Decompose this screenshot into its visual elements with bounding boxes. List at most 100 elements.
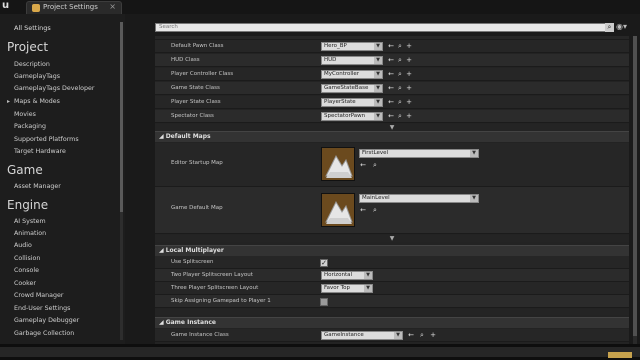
row-use-splitscreen: Use Splitscreen ✓ <box>155 256 629 269</box>
dropdown-value: PlayerState <box>324 99 356 105</box>
three-player-layout-dropdown[interactable]: Favor Top ▼ <box>321 284 373 293</box>
row-label: Game Default Map <box>171 205 223 211</box>
browse-icon[interactable]: ← <box>387 84 395 93</box>
watermark-badge <box>608 352 632 358</box>
default-pawn-dropdown[interactable]: Hero_BP ▼ <box>321 42 383 51</box>
sidebar-item-animation[interactable]: Animation <box>14 230 46 237</box>
plus-icon[interactable]: + <box>405 56 413 65</box>
sidebar-item-audio[interactable]: Audio <box>14 242 32 249</box>
row-skip-gamepad: Skip Assigning Gamepad to Player 1 <box>155 295 629 308</box>
search-icon[interactable]: ⌕ <box>396 56 404 65</box>
row-label: Use Splitscreen <box>171 259 214 265</box>
sidebar-item-gameplaytags[interactable]: GameplayTags <box>14 73 60 80</box>
details-scrollbar[interactable] <box>633 36 637 344</box>
spectator-class-dropdown[interactable]: SpectatorPawn ▼ <box>321 112 383 121</box>
title-bar: u Project Settings × <box>0 0 640 14</box>
dropdown-value: GameInstance <box>324 332 364 338</box>
search-icon[interactable]: ⌕ <box>371 206 379 215</box>
hud-class-dropdown[interactable]: HUD ▼ <box>321 56 383 65</box>
sidebar-scrollbar-thumb[interactable] <box>120 22 123 212</box>
sidebar-item-console[interactable]: Console <box>14 267 39 274</box>
dropdown-value: GameStateBase <box>324 85 369 91</box>
sidebar-item-supported-platforms[interactable]: Supported Platforms <box>14 136 79 143</box>
close-icon[interactable]: × <box>109 2 116 11</box>
advanced-expander[interactable]: ▼ <box>155 124 629 131</box>
plus-icon[interactable]: + <box>405 84 413 93</box>
plus-icon[interactable]: + <box>405 98 413 107</box>
all-settings-link[interactable]: All Settings <box>14 24 51 32</box>
search-icon[interactable]: ⌕ <box>396 98 404 107</box>
sidebar-item-asset-manager[interactable]: Asset Manager <box>14 183 61 190</box>
sidebar-item-collision[interactable]: Collision <box>14 255 40 262</box>
advanced-expander[interactable]: ▼ <box>155 235 629 242</box>
chevron-down-icon: ▼ <box>374 43 382 50</box>
game-state-dropdown[interactable]: GameStateBase ▼ <box>321 84 383 93</box>
browse-icon[interactable]: ← <box>387 42 395 51</box>
browse-icon[interactable]: ← <box>387 112 395 121</box>
sidebar-item-gameplaytags-developer[interactable]: GameplayTags Developer <box>14 85 94 92</box>
dropdown-value: Hero_BP <box>324 43 347 49</box>
chevron-down-icon: ▼ <box>364 272 372 279</box>
row-player-state-class: Player State Class PlayerState ▼ ← ⌕ + <box>155 96 629 109</box>
eye-icon[interactable]: ◉▾ <box>616 22 630 32</box>
settings-sidebar: All Settings Project Description Gamepla… <box>0 14 125 344</box>
details-scrollbar-thumb[interactable] <box>633 36 637 336</box>
sidebar-item-end-user-settings[interactable]: End-User Settings <box>14 305 70 312</box>
category-default-maps[interactable]: ◢ Default Maps <box>155 131 629 142</box>
search-icon[interactable]: ⌕ <box>396 112 404 121</box>
chevron-down-icon: ▼ <box>364 285 372 292</box>
sidebar-item-ai-system[interactable]: AI System <box>14 218 46 225</box>
sidebar-item-movies[interactable]: Movies <box>14 111 36 118</box>
row-hud-class: HUD Class HUD ▼ ← ⌕ + <box>155 54 629 67</box>
two-player-layout-dropdown[interactable]: Horizontal ▼ <box>321 271 373 280</box>
search-input[interactable]: Search <box>155 23 611 32</box>
row-label: Skip Assigning Gamepad to Player 1 <box>171 298 271 304</box>
sidebar-item-garbage-collection[interactable]: Garbage Collection <box>14 330 74 337</box>
category-local-multiplayer[interactable]: ◢ Local Multiplayer <box>155 245 629 256</box>
details-panel: Default Pawn Class Hero_BP ▼ ← ⌕ + HUD C… <box>155 36 629 346</box>
player-state-dropdown[interactable]: PlayerState ▼ <box>321 98 383 107</box>
bottom-bar <box>0 344 640 360</box>
plus-icon[interactable]: + <box>429 331 437 340</box>
search-icon[interactable]: ⌕ <box>371 161 379 170</box>
row-label: Editor Startup Map <box>171 160 223 166</box>
browse-icon[interactable]: ← <box>387 98 395 107</box>
chevron-down-icon: ▼ <box>470 195 478 202</box>
skip-gamepad-checkbox[interactable] <box>320 298 328 306</box>
dropdown-value: HUD <box>324 57 337 63</box>
row-game-instance-class: Game Instance Class GameInstance ▼ ← ⌕ + <box>155 329 629 342</box>
sidebar-item-maps-modes[interactable]: Maps & Modes <box>7 98 60 105</box>
unreal-logo-icon: u <box>2 0 10 11</box>
browse-icon[interactable]: ← <box>359 161 367 170</box>
row-game-state-class: Game State Class GameStateBase ▼ ← ⌕ + <box>155 82 629 95</box>
tab-project-settings[interactable]: Project Settings × <box>26 1 122 14</box>
search-icon[interactable]: ⌕ <box>396 70 404 79</box>
game-default-map-dropdown[interactable]: MainLevel ▼ <box>359 194 479 203</box>
sidebar-item-packaging[interactable]: Packaging <box>14 123 46 130</box>
browse-icon[interactable]: ← <box>407 331 415 340</box>
sidebar-item-target-hardware[interactable]: Target Hardware <box>14 148 66 155</box>
search-icon[interactable]: ⌕ <box>396 84 404 93</box>
use-splitscreen-checkbox[interactable]: ✓ <box>320 259 328 267</box>
plus-icon[interactable]: + <box>405 70 413 79</box>
game-instance-dropdown[interactable]: GameInstance ▼ <box>321 331 403 340</box>
editor-startup-map-dropdown[interactable]: FirstLevel ▼ <box>359 149 479 158</box>
row-label: Spectator Class <box>171 113 214 119</box>
browse-icon[interactable]: ← <box>359 206 367 215</box>
search-icon[interactable]: ⌕ <box>418 331 426 340</box>
sidebar-item-description[interactable]: Description <box>14 61 50 68</box>
category-label: ◢ Game Instance <box>159 319 216 326</box>
section-game: Game <box>7 163 43 177</box>
plus-icon[interactable]: + <box>405 112 413 121</box>
sidebar-item-crowd-manager[interactable]: Crowd Manager <box>14 292 63 299</box>
sidebar-item-cooker[interactable]: Cooker <box>14 280 36 287</box>
player-controller-dropdown[interactable]: MyController ▼ <box>321 70 383 79</box>
browse-icon[interactable]: ← <box>387 56 395 65</box>
search-icon[interactable]: ⌕ <box>605 23 614 32</box>
sidebar-item-gameplay-debugger[interactable]: Gameplay Debugger <box>14 317 79 324</box>
browse-icon[interactable]: ← <box>387 70 395 79</box>
search-icon[interactable]: ⌕ <box>396 42 404 51</box>
category-game-instance[interactable]: ◢ Game Instance <box>155 317 629 328</box>
plus-icon[interactable]: + <box>405 42 413 51</box>
sidebar-scrollbar[interactable] <box>120 22 123 340</box>
